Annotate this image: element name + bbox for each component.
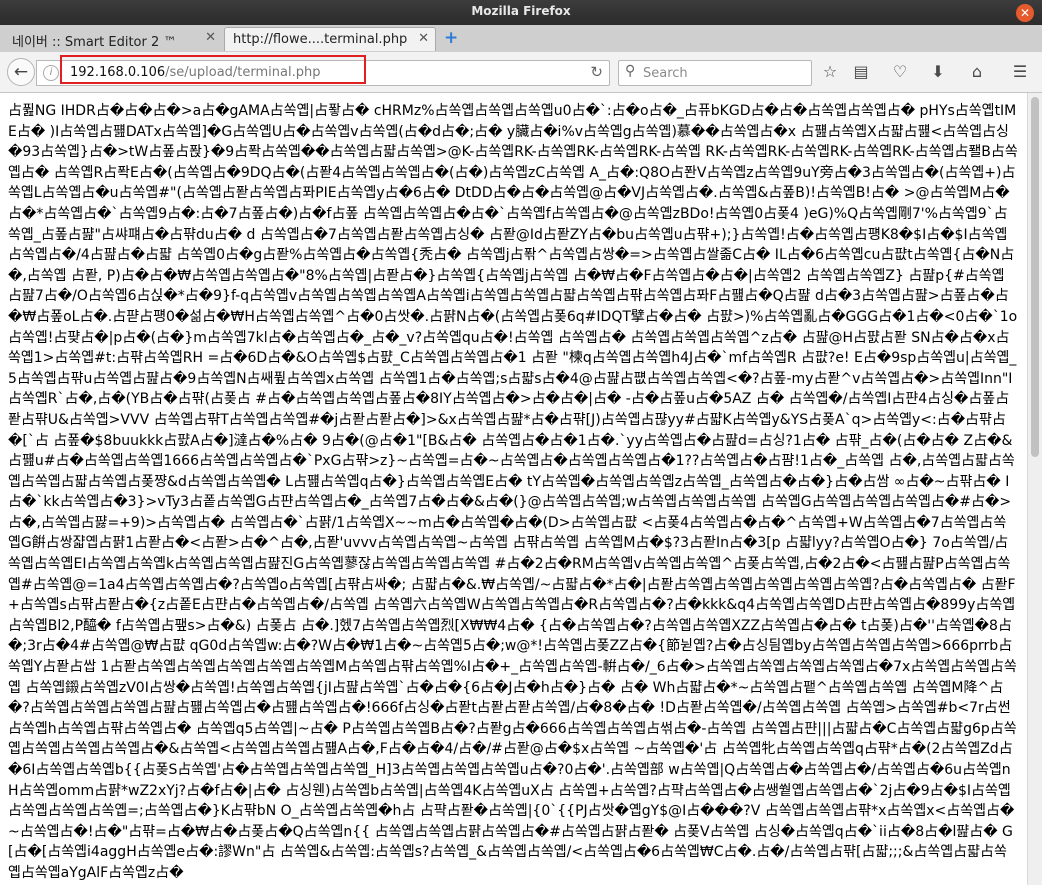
tab-strip: 네이버 :: Smart Editor 2 ™ ✕ http://flowe..… <box>0 25 1042 53</box>
tab-terminal[interactable]: http://flowe....terminal.php ✕ <box>224 27 436 51</box>
window-close-icon[interactable]: ✕ <box>1016 4 1034 22</box>
scrollbar-thumb[interactable] <box>1031 97 1039 457</box>
search-box[interactable]: ⚲ <box>618 60 812 86</box>
text-line: 占퍒7占�/O占쏙옙6占싡�*占�9}f-q占쏙옙v占쏙옙占쏙옙占쏙옙A占쏙옙i… <box>8 288 811 305</box>
pocket-icon[interactable]: ♡ <box>889 61 911 83</box>
text-line: 占퓚NG IHDR占�占�占�>a占�gAMA占쏙옙|占퐣占� cHRMz%占쏙… <box>8 103 916 119</box>
page-content: 占퓚NG IHDR占�占�占�>a占�gAMA占쏙옙|占퐣占� cHRMz%占쏙… <box>0 93 1027 885</box>
binary-text-dump: 占퓚NG IHDR占�占�占�>a占�gAMA占쏙옙|占퐣占� cHRMz%占쏙… <box>0 93 1027 884</box>
home-icon[interactable]: ⌂ <box>966 61 988 83</box>
info-icon[interactable]: i <box>43 65 59 81</box>
library-icon[interactable]: ▤ <box>850 61 872 83</box>
url-bar[interactable]: i 192.168.0.106/se/upload/terminal.php ↻ <box>36 55 610 86</box>
tab-close-icon[interactable]: ✕ <box>205 30 216 45</box>
menu-icon[interactable]: ☰ <box>1009 61 1031 83</box>
text-line: 占퐏, P)占�占�₩占쏙옙占쏙옙占�"8%占쏙옙|占퐏占�}占쏙옙{占쏙옙j占… <box>71 267 1005 284</box>
search-input[interactable] <box>643 64 803 82</box>
url-path: /se/upload/terminal.php <box>165 65 321 80</box>
new-tab-icon[interactable]: + <box>444 28 458 48</box>
back-button[interactable]: ← <box>7 58 35 86</box>
text-line: 占퐆�$8buukkk占퍐A占�]澾占�%占� 9占�(@占�1"[B&占� 占… <box>53 432 960 449</box>
reload-icon[interactable]: ↻ <box>590 63 603 81</box>
text-line: 占쏙옙鎩占쏙옙zV0I占쌍�占쏙옙!占쏙옙占쏙옙{jI占퍒占쏙옙`占�占�{6占… <box>25 679 908 696</box>
bookmark-star-icon[interactable]: ☆ <box>819 61 841 83</box>
tab-label: http://flowe....terminal.php <box>233 32 408 47</box>
tab-smart-editor[interactable]: 네이버 :: Smart Editor 2 ™ ✕ <box>4 27 222 51</box>
tab-label: 네이버 :: Smart Editor 2 ™ <box>12 35 177 50</box>
window-title: Mozilla Firefox <box>471 4 571 18</box>
tab-close-icon[interactable]: ✕ <box>418 31 429 46</box>
url-text[interactable]: 192.168.0.106/se/upload/terminal.php <box>70 65 320 80</box>
download-icon[interactable]: ⬇ <box>927 61 949 83</box>
window-titlebar: Mozilla Firefox ✕ <box>0 0 1042 25</box>
navigation-toolbar: ← i 192.168.0.106/se/upload/terminal.php… <box>0 52 1042 93</box>
search-icon: ⚲ <box>625 63 636 79</box>
url-host: 192.168.0.106 <box>70 65 166 80</box>
vertical-scrollbar[interactable] <box>1027 93 1042 885</box>
